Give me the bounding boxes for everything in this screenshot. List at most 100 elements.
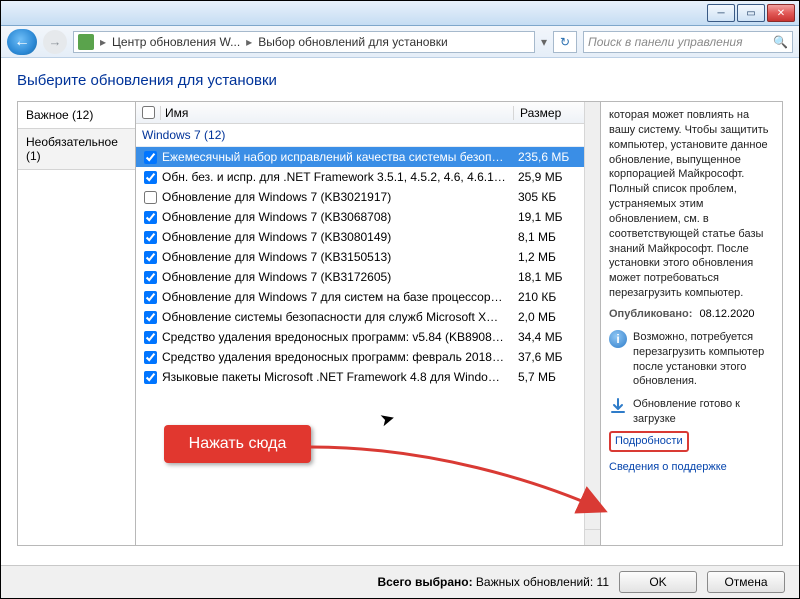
row-size: 235,6 МБ: [512, 150, 582, 164]
row-checkbox[interactable]: [144, 151, 157, 164]
row-checkbox[interactable]: [144, 271, 157, 284]
table-row[interactable]: Обновление для Windows 7 (KB3080149)8,1 …: [136, 227, 584, 247]
support-link[interactable]: Сведения о поддержке: [609, 461, 727, 473]
row-checkbox[interactable]: [144, 371, 157, 384]
search-input[interactable]: Поиск в панели управления 🔍: [583, 31, 793, 53]
row-name: Обновление системы безопасности для служ…: [162, 310, 512, 324]
row-size: 37,6 МБ: [512, 350, 582, 364]
row-name: Обновление для Windows 7 (KB3021917): [162, 190, 512, 204]
update-description: которая может повлиять на вашу систему. …: [609, 108, 774, 301]
tab-important[interactable]: Важное (12): [18, 102, 135, 129]
table-row[interactable]: Средство удаления вредоносных программ: …: [136, 347, 584, 367]
row-size: 25,9 МБ: [512, 170, 582, 184]
minimize-button[interactable]: ─: [707, 4, 735, 22]
row-name: Средство удаления вредоносных программ: …: [162, 330, 512, 344]
ok-button[interactable]: OK: [619, 571, 697, 593]
refresh-icon: ↻: [560, 35, 570, 49]
row-name: Обновление для Windows 7 (KB3150513): [162, 250, 512, 264]
table-row[interactable]: Языковые пакеты Microsoft .NET Framework…: [136, 367, 584, 387]
row-size: 8,1 МБ: [512, 230, 582, 244]
table-row[interactable]: Обновление для Windows 7 (KB3172605)18,1…: [136, 267, 584, 287]
row-checkbox[interactable]: [144, 171, 157, 184]
restart-notice: Возможно, потребуется перезагрузить комп…: [633, 330, 774, 389]
bottom-bar: Всего выбрано: Важных обновлений: 11 OK …: [1, 565, 799, 598]
row-name: Обновление для Windows 7 для систем на б…: [162, 290, 512, 304]
row-checkbox[interactable]: [144, 251, 157, 264]
list-group-header[interactable]: Windows 7 (12): [136, 124, 584, 147]
category-tabs: Важное (12) Необязательное (1): [17, 101, 135, 546]
chevron-right-icon: ▸: [246, 35, 252, 49]
table-row[interactable]: Средство удаления вредоносных программ: …: [136, 327, 584, 347]
row-size: 19,1 МБ: [512, 210, 582, 224]
column-header-size[interactable]: Размер: [514, 106, 584, 120]
published-date: 08.12.2020: [700, 308, 755, 320]
published-label: Опубликовано:: [609, 308, 692, 320]
column-header-name[interactable]: Имя: [160, 106, 514, 120]
row-name: Обновление для Windows 7 (KB3068708): [162, 210, 512, 224]
arrow-left-icon: ←: [14, 33, 30, 51]
download-ready: Обновление готово к загрузке: [633, 397, 774, 427]
row-name: Обн. без. и испр. для .NET Framework 3.5…: [162, 170, 512, 184]
content-area: Выберите обновления для установки Важное…: [1, 58, 799, 565]
table-row[interactable]: Ежемесячный набор исправлений качества с…: [136, 147, 584, 167]
address-bar[interactable]: ▸ Центр обновления W... ▸ Выбор обновлен…: [73, 31, 535, 53]
maximize-button[interactable]: ▭: [737, 4, 765, 22]
row-size: 18,1 МБ: [512, 270, 582, 284]
control-panel-icon: [78, 34, 94, 50]
list-header: Имя Размер: [136, 102, 600, 124]
row-checkbox[interactable]: [144, 291, 157, 304]
breadcrumb-segment[interactable]: Центр обновления W...: [112, 35, 240, 49]
row-checkbox[interactable]: [144, 351, 157, 364]
table-row[interactable]: Обновление системы безопасности для служ…: [136, 307, 584, 327]
dropdown-icon[interactable]: ▾: [541, 35, 547, 49]
back-button[interactable]: ←: [7, 29, 37, 55]
row-name: Обновление для Windows 7 (KB3172605): [162, 270, 512, 284]
refresh-button[interactable]: ↻: [553, 31, 577, 53]
row-size: 5,7 МБ: [512, 370, 582, 384]
info-icon: i: [609, 330, 627, 348]
row-size: 1,2 МБ: [512, 250, 582, 264]
breadcrumb-segment[interactable]: Выбор обновлений для установки: [258, 35, 448, 49]
search-icon: 🔍: [773, 35, 788, 49]
row-checkbox[interactable]: [144, 331, 157, 344]
details-link[interactable]: Подробности: [609, 431, 689, 452]
row-checkbox[interactable]: [144, 231, 157, 244]
row-checkbox[interactable]: [144, 191, 157, 204]
tab-label: Важное (12): [26, 108, 93, 122]
scrollbar-placeholder: [584, 102, 600, 124]
tab-optional[interactable]: Необязательное (1): [18, 129, 135, 170]
row-size: 2,0 МБ: [512, 310, 582, 324]
table-row[interactable]: Обновление для Windows 7 для систем на б…: [136, 287, 584, 307]
row-size: 210 КБ: [512, 290, 582, 304]
close-button[interactable]: ✕: [767, 4, 795, 22]
updates-list: Имя Размер Windows 7 (12) Ежемесячный на…: [135, 101, 601, 546]
select-all-checkbox[interactable]: [142, 106, 155, 119]
row-name: Ежемесячный набор исправлений качества с…: [162, 150, 512, 164]
table-row[interactable]: Обновление для Windows 7 (KB3068708)19,1…: [136, 207, 584, 227]
status-value: Важных обновлений: 11: [476, 575, 609, 589]
tab-label: Необязательное (1): [26, 135, 118, 163]
row-checkbox[interactable]: [144, 311, 157, 324]
table-row[interactable]: Обновление для Windows 7 (KB3021917)305 …: [136, 187, 584, 207]
row-size: 305 КБ: [512, 190, 582, 204]
search-placeholder: Поиск в панели управления: [588, 35, 743, 49]
scroll-corner: [584, 529, 600, 545]
table-row[interactable]: Обновление для Windows 7 (KB3150513)1,2 …: [136, 247, 584, 267]
details-pane: которая может повлиять на вашу систему. …: [601, 101, 783, 546]
row-checkbox[interactable]: [144, 211, 157, 224]
download-icon: [609, 397, 627, 415]
row-size: 34,4 МБ: [512, 330, 582, 344]
row-name: Обновление для Windows 7 (KB3080149): [162, 230, 512, 244]
vertical-scrollbar[interactable]: [584, 124, 600, 545]
status-label: Всего выбрано:: [377, 575, 472, 589]
titlebar: ─ ▭ ✕: [1, 1, 799, 26]
cancel-button[interactable]: Отмена: [707, 571, 785, 593]
row-name: Средство удаления вредоносных программ: …: [162, 350, 512, 364]
chevron-right-icon: ▸: [100, 35, 106, 49]
forward-button: →: [43, 30, 67, 54]
table-row[interactable]: Обн. без. и испр. для .NET Framework 3.5…: [136, 167, 584, 187]
navbar: ← → ▸ Центр обновления W... ▸ Выбор обно…: [1, 26, 799, 58]
page-title: Выберите обновления для установки: [17, 72, 783, 89]
arrow-right-icon: →: [49, 34, 62, 49]
row-name: Языковые пакеты Microsoft .NET Framework…: [162, 370, 512, 384]
